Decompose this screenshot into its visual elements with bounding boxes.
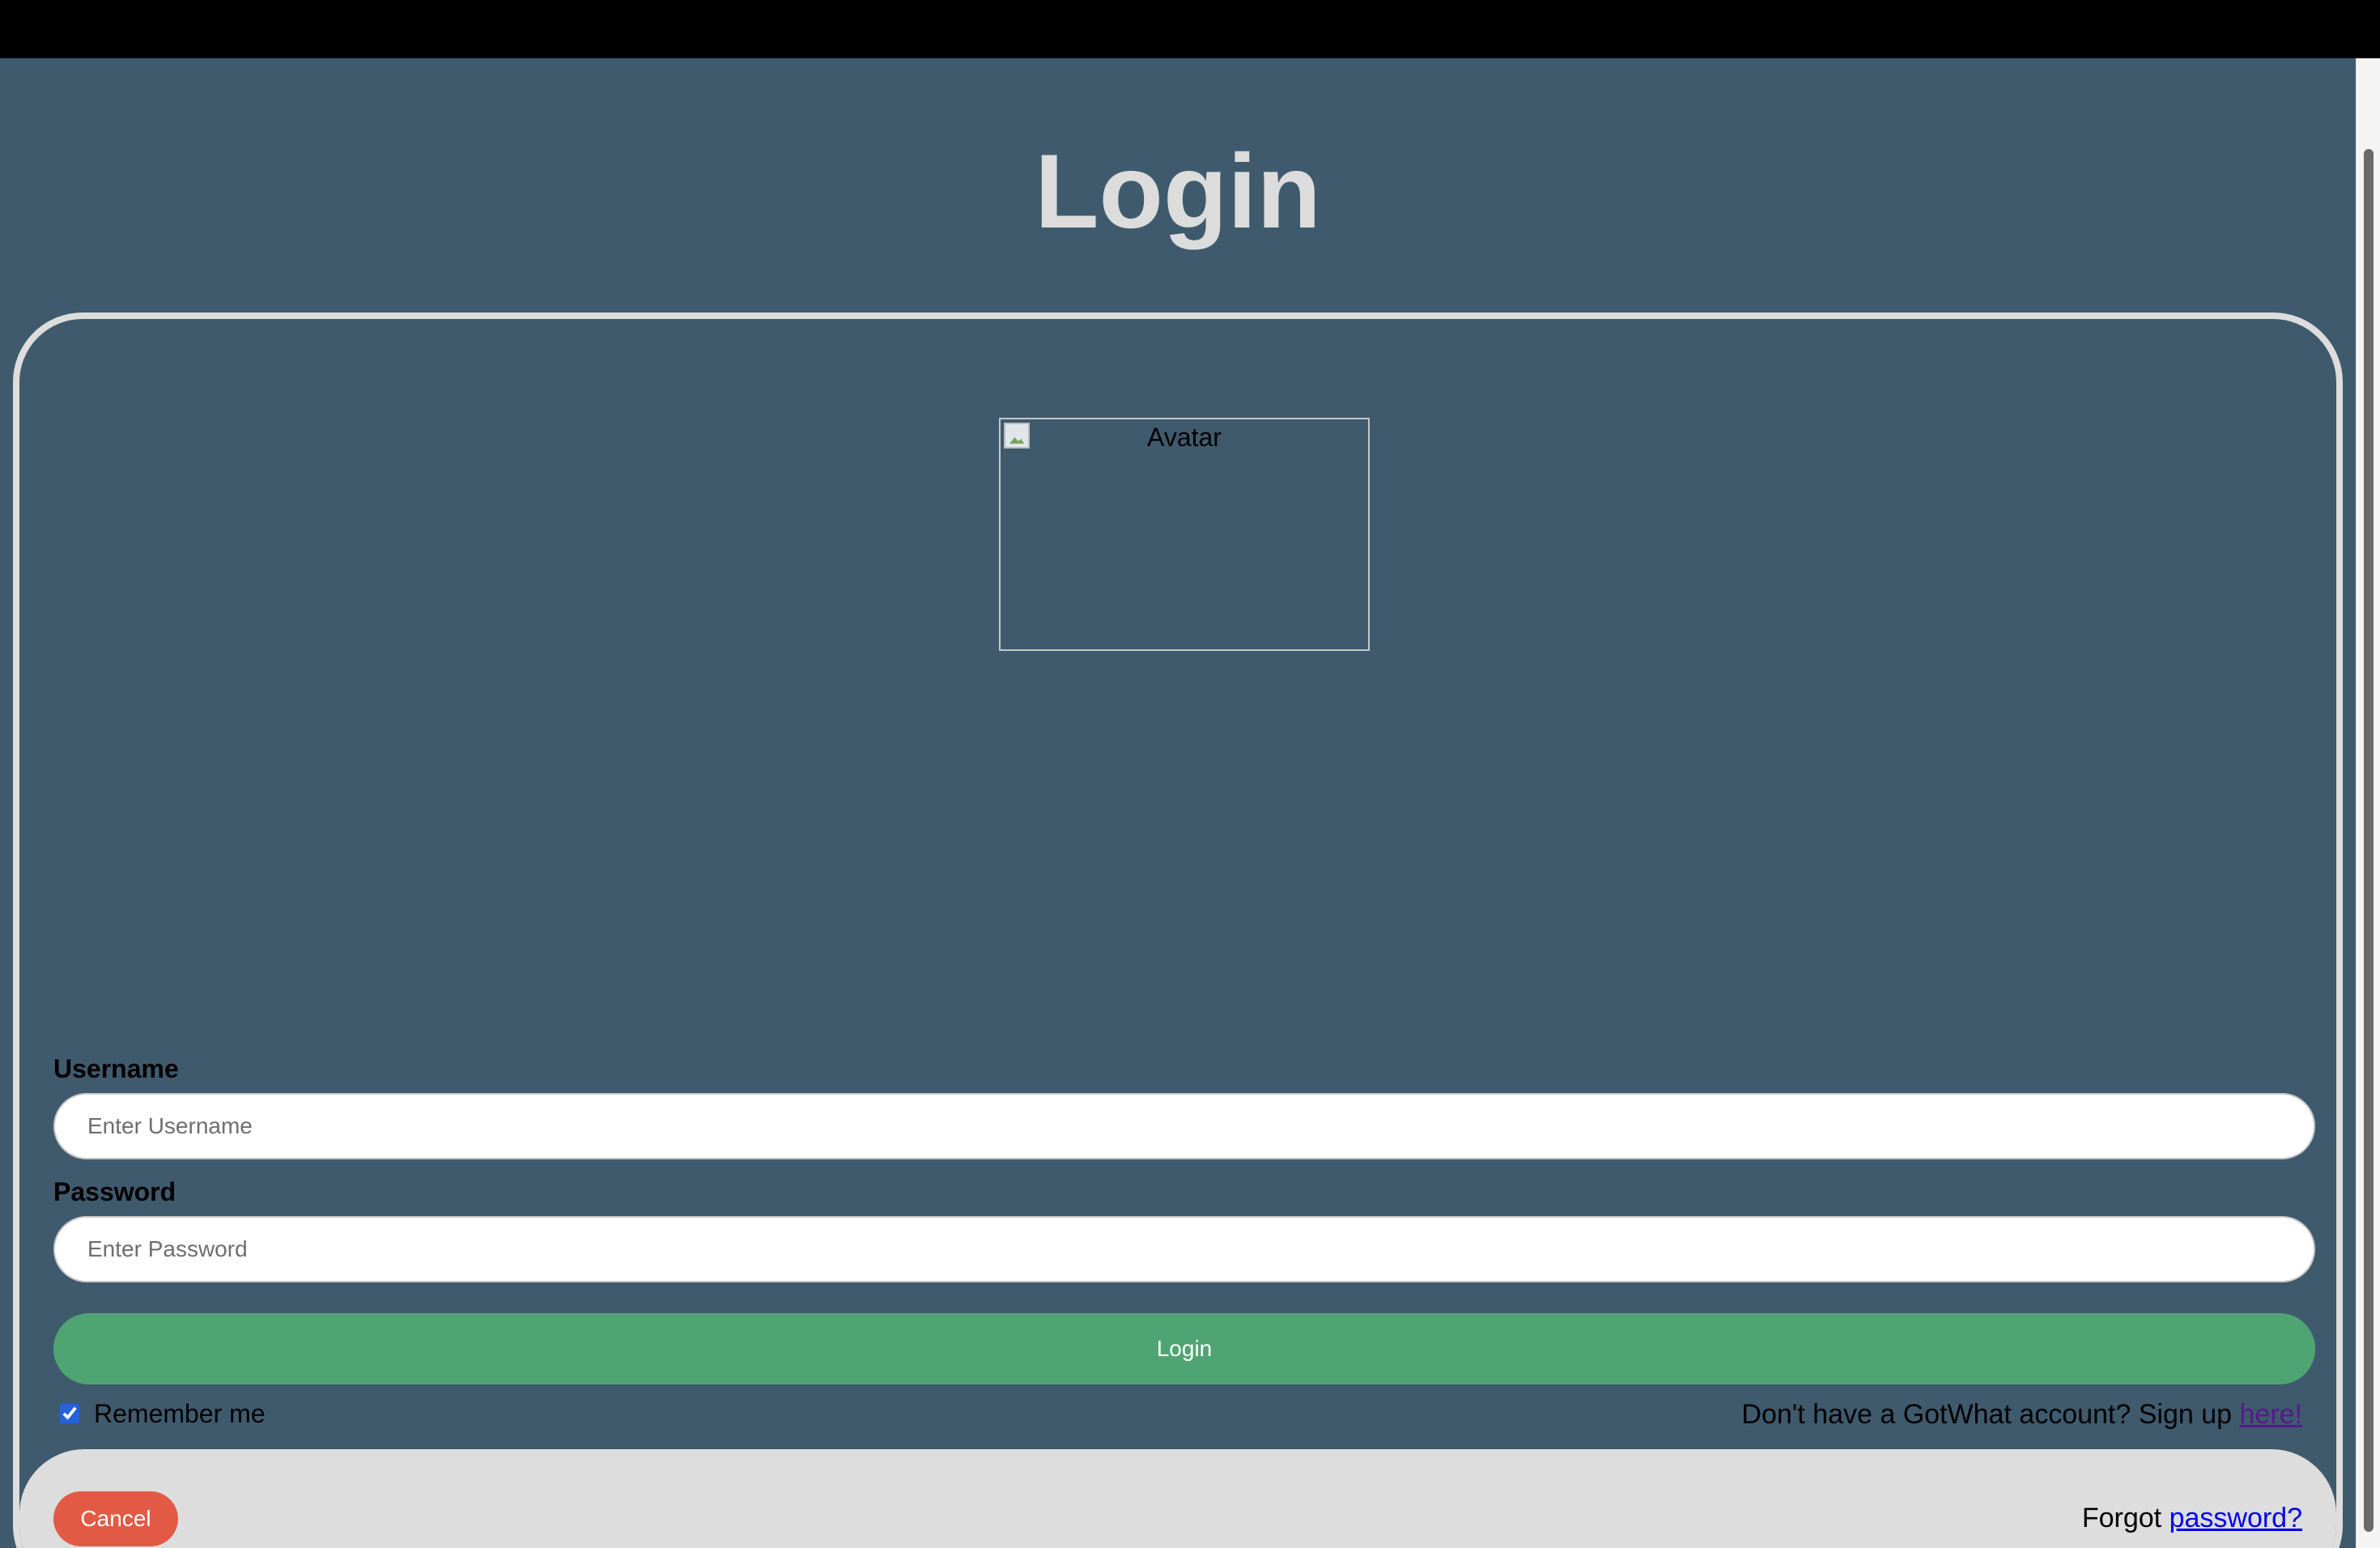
forgot-password-text: Forgot <box>2081 1503 2170 1533</box>
forgot-password-prompt: Forgot password? <box>2082 1503 2302 1534</box>
password-input[interactable] <box>53 1216 2315 1282</box>
signup-prompt: Don't have a GotWhat account? Sign up he… <box>1741 1399 2302 1431</box>
scrollbar-thumb[interactable] <box>2364 149 2374 1532</box>
avatar-alt-text: Avatar <box>1147 423 1222 452</box>
signup-link[interactable]: here! <box>2240 1399 2303 1430</box>
login-form: Avatar Username Password Login Remember … <box>13 313 2343 1548</box>
signup-prompt-text: Don't have a GotWhat account? Sign up <box>1741 1399 2240 1430</box>
vertical-scrollbar[interactable] <box>2356 58 2380 1548</box>
username-input[interactable] <box>53 1093 2315 1159</box>
username-label: Username <box>53 1054 179 1083</box>
page-title: Login <box>1035 132 1321 250</box>
page-viewport: Login Avatar Username Password Login Rem… <box>0 58 2356 1548</box>
login-button[interactable]: Login <box>53 1313 2315 1384</box>
cancel-button[interactable]: Cancel <box>53 1491 178 1546</box>
form-footer: Cancel Forgot password? <box>19 1449 2336 1548</box>
avatar: Avatar <box>999 418 1370 651</box>
forgot-password-link[interactable]: password? <box>2170 1503 2302 1533</box>
remember-me-row: Remember me <box>53 1396 266 1431</box>
remember-me-checkbox[interactable] <box>60 1404 79 1423</box>
remember-me-label[interactable]: Remember me <box>94 1399 266 1429</box>
browser-top-bar <box>0 0 2380 58</box>
password-label: Password <box>53 1177 176 1206</box>
